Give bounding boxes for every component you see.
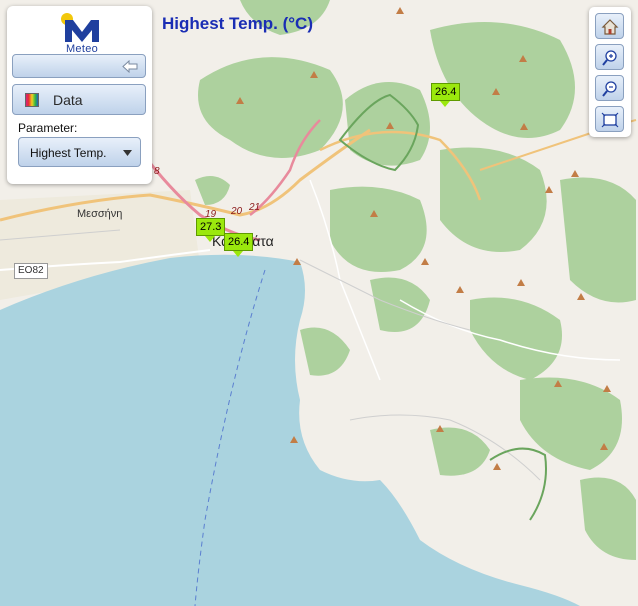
parameter-label: Parameter: bbox=[18, 121, 78, 135]
map-toolbar bbox=[589, 7, 631, 137]
zoom-extent-button[interactable] bbox=[595, 106, 624, 132]
zoom-in-icon bbox=[602, 50, 617, 66]
road-number: 20 bbox=[231, 206, 243, 217]
map-title: Highest Temp. (°C) bbox=[162, 14, 313, 33]
station-marker[interactable]: 27.3 bbox=[196, 218, 226, 242]
road-badge: EO82 bbox=[14, 263, 48, 279]
collapse-panel-button[interactable] bbox=[12, 54, 146, 78]
parameter-select-value: Highest Temp. bbox=[30, 146, 107, 160]
arrow-left-icon bbox=[122, 60, 138, 73]
control-panel: Meteo Data Parameter: Highest Temp. bbox=[7, 6, 152, 184]
road-number: 8 bbox=[154, 166, 160, 177]
chevron-down-icon bbox=[123, 150, 132, 156]
home-icon bbox=[601, 19, 619, 35]
zoom-out-icon bbox=[602, 81, 617, 97]
color-palette-icon bbox=[25, 93, 39, 107]
place-label-messini: Μεσσήνη bbox=[77, 208, 123, 220]
meteo-logo: Meteo bbox=[59, 12, 105, 55]
station-value: 26.4 bbox=[431, 83, 461, 101]
home-button[interactable] bbox=[595, 13, 624, 39]
data-button-label: Data bbox=[53, 92, 83, 108]
station-marker[interactable]: 26.4 bbox=[224, 233, 254, 257]
road-number: 21 bbox=[249, 202, 261, 213]
zoom-out-button[interactable] bbox=[595, 75, 624, 101]
station-marker[interactable]: 26.4 bbox=[431, 83, 461, 107]
data-button[interactable]: Data bbox=[12, 84, 146, 115]
station-value: 27.3 bbox=[196, 218, 226, 236]
parameter-select[interactable]: Highest Temp. bbox=[18, 137, 141, 167]
extent-icon bbox=[601, 112, 619, 128]
station-value: 26.4 bbox=[224, 233, 254, 251]
zoom-in-button[interactable] bbox=[595, 44, 624, 70]
